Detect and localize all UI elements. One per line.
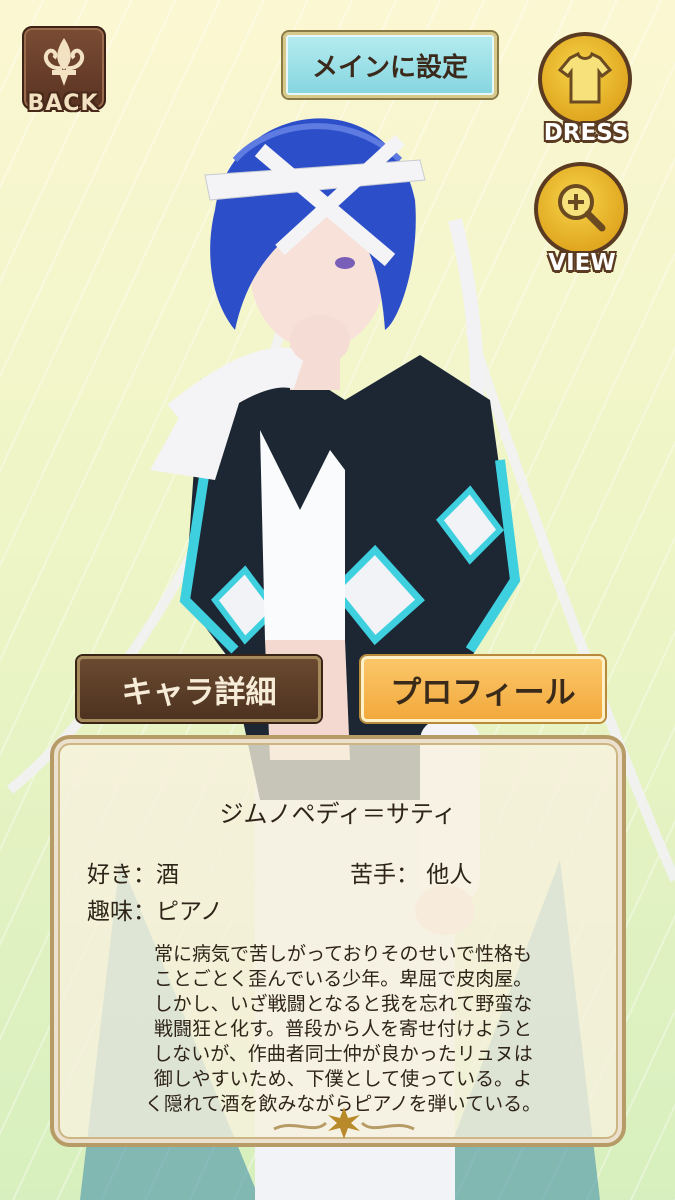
profile-hobby: 趣味：ピアノ xyxy=(87,899,223,925)
set-main-label: メインに設定 xyxy=(311,52,468,83)
tshirt-icon xyxy=(557,51,613,104)
description-line: 御しやすいため、下僕として使っている。よ xyxy=(153,1068,533,1090)
dress-button-circle xyxy=(538,32,632,126)
back-button[interactable]: BACK xyxy=(22,26,106,116)
profile-likes: 好き：酒 xyxy=(87,862,179,888)
back-label: BACK xyxy=(27,91,99,116)
description-line: 常に病気で苦しがっておりそのせいで性格も xyxy=(154,943,532,965)
view-button[interactable]: VIEW xyxy=(532,162,632,276)
fleur-de-lis-icon xyxy=(43,38,85,86)
dress-label: DRESS xyxy=(543,120,629,146)
description-line: ことごとく歪んでいる少年。卑屈で皮肉屋。 xyxy=(153,968,533,990)
profile-panel: ジムノペディ＝サティ 好き：酒 苦手： 他人 趣味：ピアノ 常に病気で苦しがって… xyxy=(50,735,626,1147)
tab-profile-label: プロフィール xyxy=(390,674,576,711)
set-main-button[interactable]: メインに設定 xyxy=(283,32,497,98)
character-name: ジムノペディ＝サティ xyxy=(219,800,457,828)
profile-dislikes: 苦手： 他人 xyxy=(350,862,473,888)
description-line: しかし、いざ戦闘となると我を忘れて野蛮な xyxy=(153,993,533,1015)
description-line: しないが、作曲者同士仲が良かったリュヌは xyxy=(153,1043,533,1065)
profile-description: 常に病気で苦しがっておりそのせいで性格も ことごとく歪んでいる少年。卑屈で皮肉屋… xyxy=(94,942,592,1117)
tab-character-detail[interactable]: キャラ詳細 xyxy=(77,656,321,722)
star-ornament-icon xyxy=(273,1107,415,1139)
view-button-circle xyxy=(534,162,628,256)
description-line: 戦闘狂と化す。普段から人を寄せ付けようと xyxy=(153,1018,533,1040)
tab-profile[interactable]: プロフィール xyxy=(361,656,605,722)
dress-button[interactable]: DRESS xyxy=(536,32,636,146)
view-label: VIEW xyxy=(548,250,616,276)
tab-character-detail-label: キャラ詳細 xyxy=(121,674,277,711)
magnifier-plus-icon xyxy=(558,184,606,232)
